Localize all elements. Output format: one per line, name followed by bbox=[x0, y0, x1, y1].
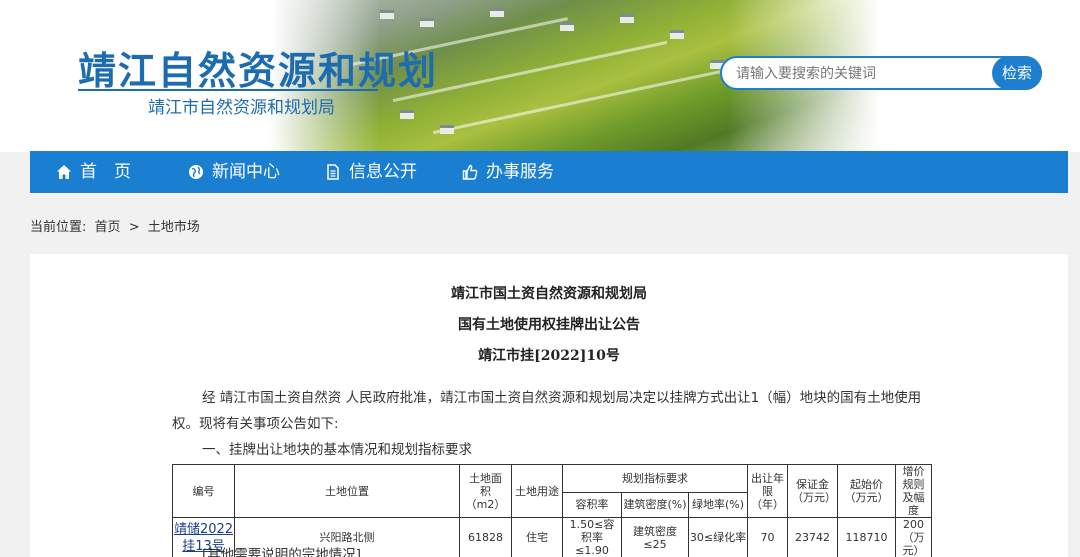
globe-icon bbox=[189, 165, 203, 179]
site-title[interactable]: 靖江自然资源和规划 bbox=[78, 40, 438, 95]
nav-label: 信息公开 bbox=[349, 162, 417, 182]
nav-item-news[interactable]: 新闻中心 bbox=[188, 151, 280, 193]
header-density: 建筑密度(%) bbox=[621, 491, 689, 519]
nav-item-home[interactable]: 首 页 bbox=[56, 151, 131, 193]
breadcrumb-current[interactable]: 土地市场 bbox=[148, 220, 200, 235]
header-area: 土地面积（m2） bbox=[459, 464, 512, 518]
nav-item-info[interactable]: 信息公开 bbox=[325, 151, 417, 193]
section-heading: 一、挂牌出让地块的基本情况和规划指标要求 bbox=[202, 442, 472, 458]
article-title-2: 国有土地使用权挂牌出让公告 bbox=[458, 317, 640, 333]
header-term: 出让年限（年） bbox=[747, 464, 788, 518]
nav-label: 首 页 bbox=[80, 162, 131, 182]
main-nav: 首 页 新闻中心 信息公开 办事服务 bbox=[30, 151, 1068, 193]
header-usage: 土地用途 bbox=[511, 464, 563, 518]
article-panel: 靖江市国土资自然资源和规划局 国有土地使用权挂牌出让公告 靖江市挂[2022]1… bbox=[30, 254, 1068, 557]
breadcrumb-separator: > bbox=[128, 220, 140, 235]
cell-far: 1.50≤容积率≤1.90 bbox=[562, 517, 622, 557]
breadcrumb: 当前位置: 首页 > 土地市场 bbox=[30, 216, 204, 235]
footer-note: [其他需要说明的宗地情况] bbox=[202, 547, 362, 557]
cell-start-price: 118710 bbox=[837, 517, 896, 557]
breadcrumb-home[interactable]: 首页 bbox=[95, 220, 121, 235]
header-code: 编号 bbox=[172, 464, 235, 518]
document-icon bbox=[327, 164, 339, 180]
nav-item-services[interactable]: 办事服务 bbox=[462, 151, 554, 193]
paragraph-line: 权。现将有关事项公告如下: bbox=[172, 416, 339, 432]
cell-term: 70 bbox=[747, 517, 788, 557]
site-subtitle: 靖江市自然资源和规划局 bbox=[148, 98, 335, 118]
home-icon bbox=[57, 165, 71, 179]
cell-density: 建筑密度≤25 bbox=[621, 517, 689, 557]
cell-usage: 住宅 bbox=[511, 517, 563, 557]
nav-label: 新闻中心 bbox=[212, 162, 280, 182]
cell-green: 30≤绿化率 bbox=[688, 517, 748, 557]
search-input[interactable] bbox=[736, 63, 991, 85]
header-far: 容积率 bbox=[562, 491, 622, 519]
cell-increment: 200（万元） bbox=[895, 517, 932, 557]
breadcrumb-prefix: 当前位置: bbox=[30, 220, 87, 235]
header-planning: 规划指标要求 bbox=[562, 464, 748, 493]
title-underline bbox=[78, 89, 378, 91]
paragraph-line: 经 靖江市国土资自然资 人民政府批准，靖江市国土资自然资源和规划局决定以挂牌方式… bbox=[202, 390, 922, 406]
article-title-3: 靖江市挂[2022]10号 bbox=[478, 348, 620, 364]
thumbs-up-icon bbox=[462, 164, 478, 180]
nav-label: 办事服务 bbox=[486, 162, 554, 182]
header-deposit: 保证金（万元） bbox=[787, 464, 838, 518]
cell-area: 61828 bbox=[459, 517, 512, 557]
land-code-link[interactable]: 靖储2022 bbox=[173, 521, 234, 538]
cell-deposit: 23742 bbox=[787, 517, 838, 557]
search-box: 检索 bbox=[720, 56, 1042, 90]
article-title-1: 靖江市国土资自然资源和规划局 bbox=[451, 286, 647, 302]
search-button[interactable]: 检索 bbox=[992, 56, 1042, 90]
header-green: 绿地率(%) bbox=[688, 491, 748, 519]
header-increment: 增价规则及幅度 bbox=[895, 464, 932, 518]
header-start-price: 起始价（万元） bbox=[837, 464, 896, 518]
site-header: 靖江自然资源和规划 靖江市自然资源和规划局 检索 bbox=[0, 0, 1080, 152]
header-location: 土地位置 bbox=[234, 464, 460, 518]
